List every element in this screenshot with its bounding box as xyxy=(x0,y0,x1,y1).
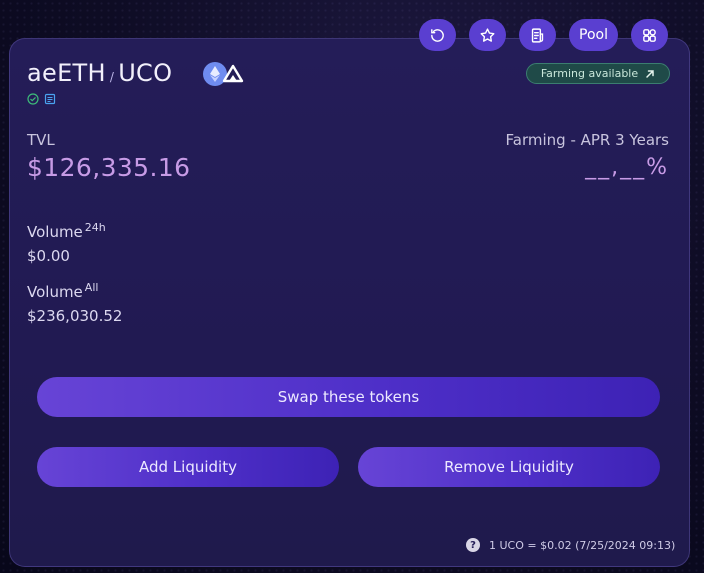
volume-all-value: $236,030.52 xyxy=(27,307,123,325)
apr-value: __,__% xyxy=(585,155,669,180)
arrow-up-right-icon xyxy=(646,69,654,78)
document-icon xyxy=(531,27,544,43)
apps-button[interactable] xyxy=(631,19,668,51)
apr-label: Farming - APR 3 Years xyxy=(505,131,669,149)
pair-separator: / xyxy=(109,70,115,84)
pair-meta-icons xyxy=(27,93,56,105)
tvl-label: TVL xyxy=(27,131,55,149)
refresh-icon xyxy=(431,28,444,42)
farming-badge-label: Farming available xyxy=(540,67,639,80)
help-icon[interactable]: ? xyxy=(466,538,480,552)
remove-liquidity-button[interactable]: Remove Liquidity xyxy=(358,447,660,487)
token-a-name: aeETH xyxy=(27,59,106,87)
star-icon xyxy=(480,27,495,42)
pool-button[interactable]: Pool xyxy=(569,19,618,51)
volume-24h-suffix: 24h xyxy=(84,221,106,234)
pool-card xyxy=(9,38,690,567)
token-icons xyxy=(203,62,245,86)
card-toolbar: Pool xyxy=(419,19,668,51)
price-footer: ? 1 UCO = $0.02 (7/25/2024 09:13) xyxy=(466,538,675,552)
volume-all-suffix: All xyxy=(84,281,99,294)
pair-title: aeETH / UCO xyxy=(27,59,172,87)
add-liquidity-button[interactable]: Add Liquidity xyxy=(37,447,339,487)
token-b-name: UCO xyxy=(118,59,173,87)
uco-price-rate: 1 UCO = $0.02 (7/25/2024 09:13) xyxy=(489,538,676,552)
tvl-value: $126,335.16 xyxy=(27,153,191,182)
archethic-icon xyxy=(222,64,244,83)
swap-tokens-button[interactable]: Swap these tokens xyxy=(37,377,660,417)
volume-24h-value: $0.00 xyxy=(27,247,70,265)
favorite-button[interactable] xyxy=(469,19,507,51)
volume-all-label: Volume All xyxy=(27,281,99,301)
contract-icon[interactable] xyxy=(44,93,56,105)
verified-icon xyxy=(27,93,39,105)
contract-button[interactable] xyxy=(519,19,557,51)
apps-icon xyxy=(643,28,656,42)
volume-24h-label: Volume 24h xyxy=(27,221,106,241)
farming-available-badge[interactable]: Farming available xyxy=(526,63,670,84)
refresh-button[interactable] xyxy=(419,19,457,51)
